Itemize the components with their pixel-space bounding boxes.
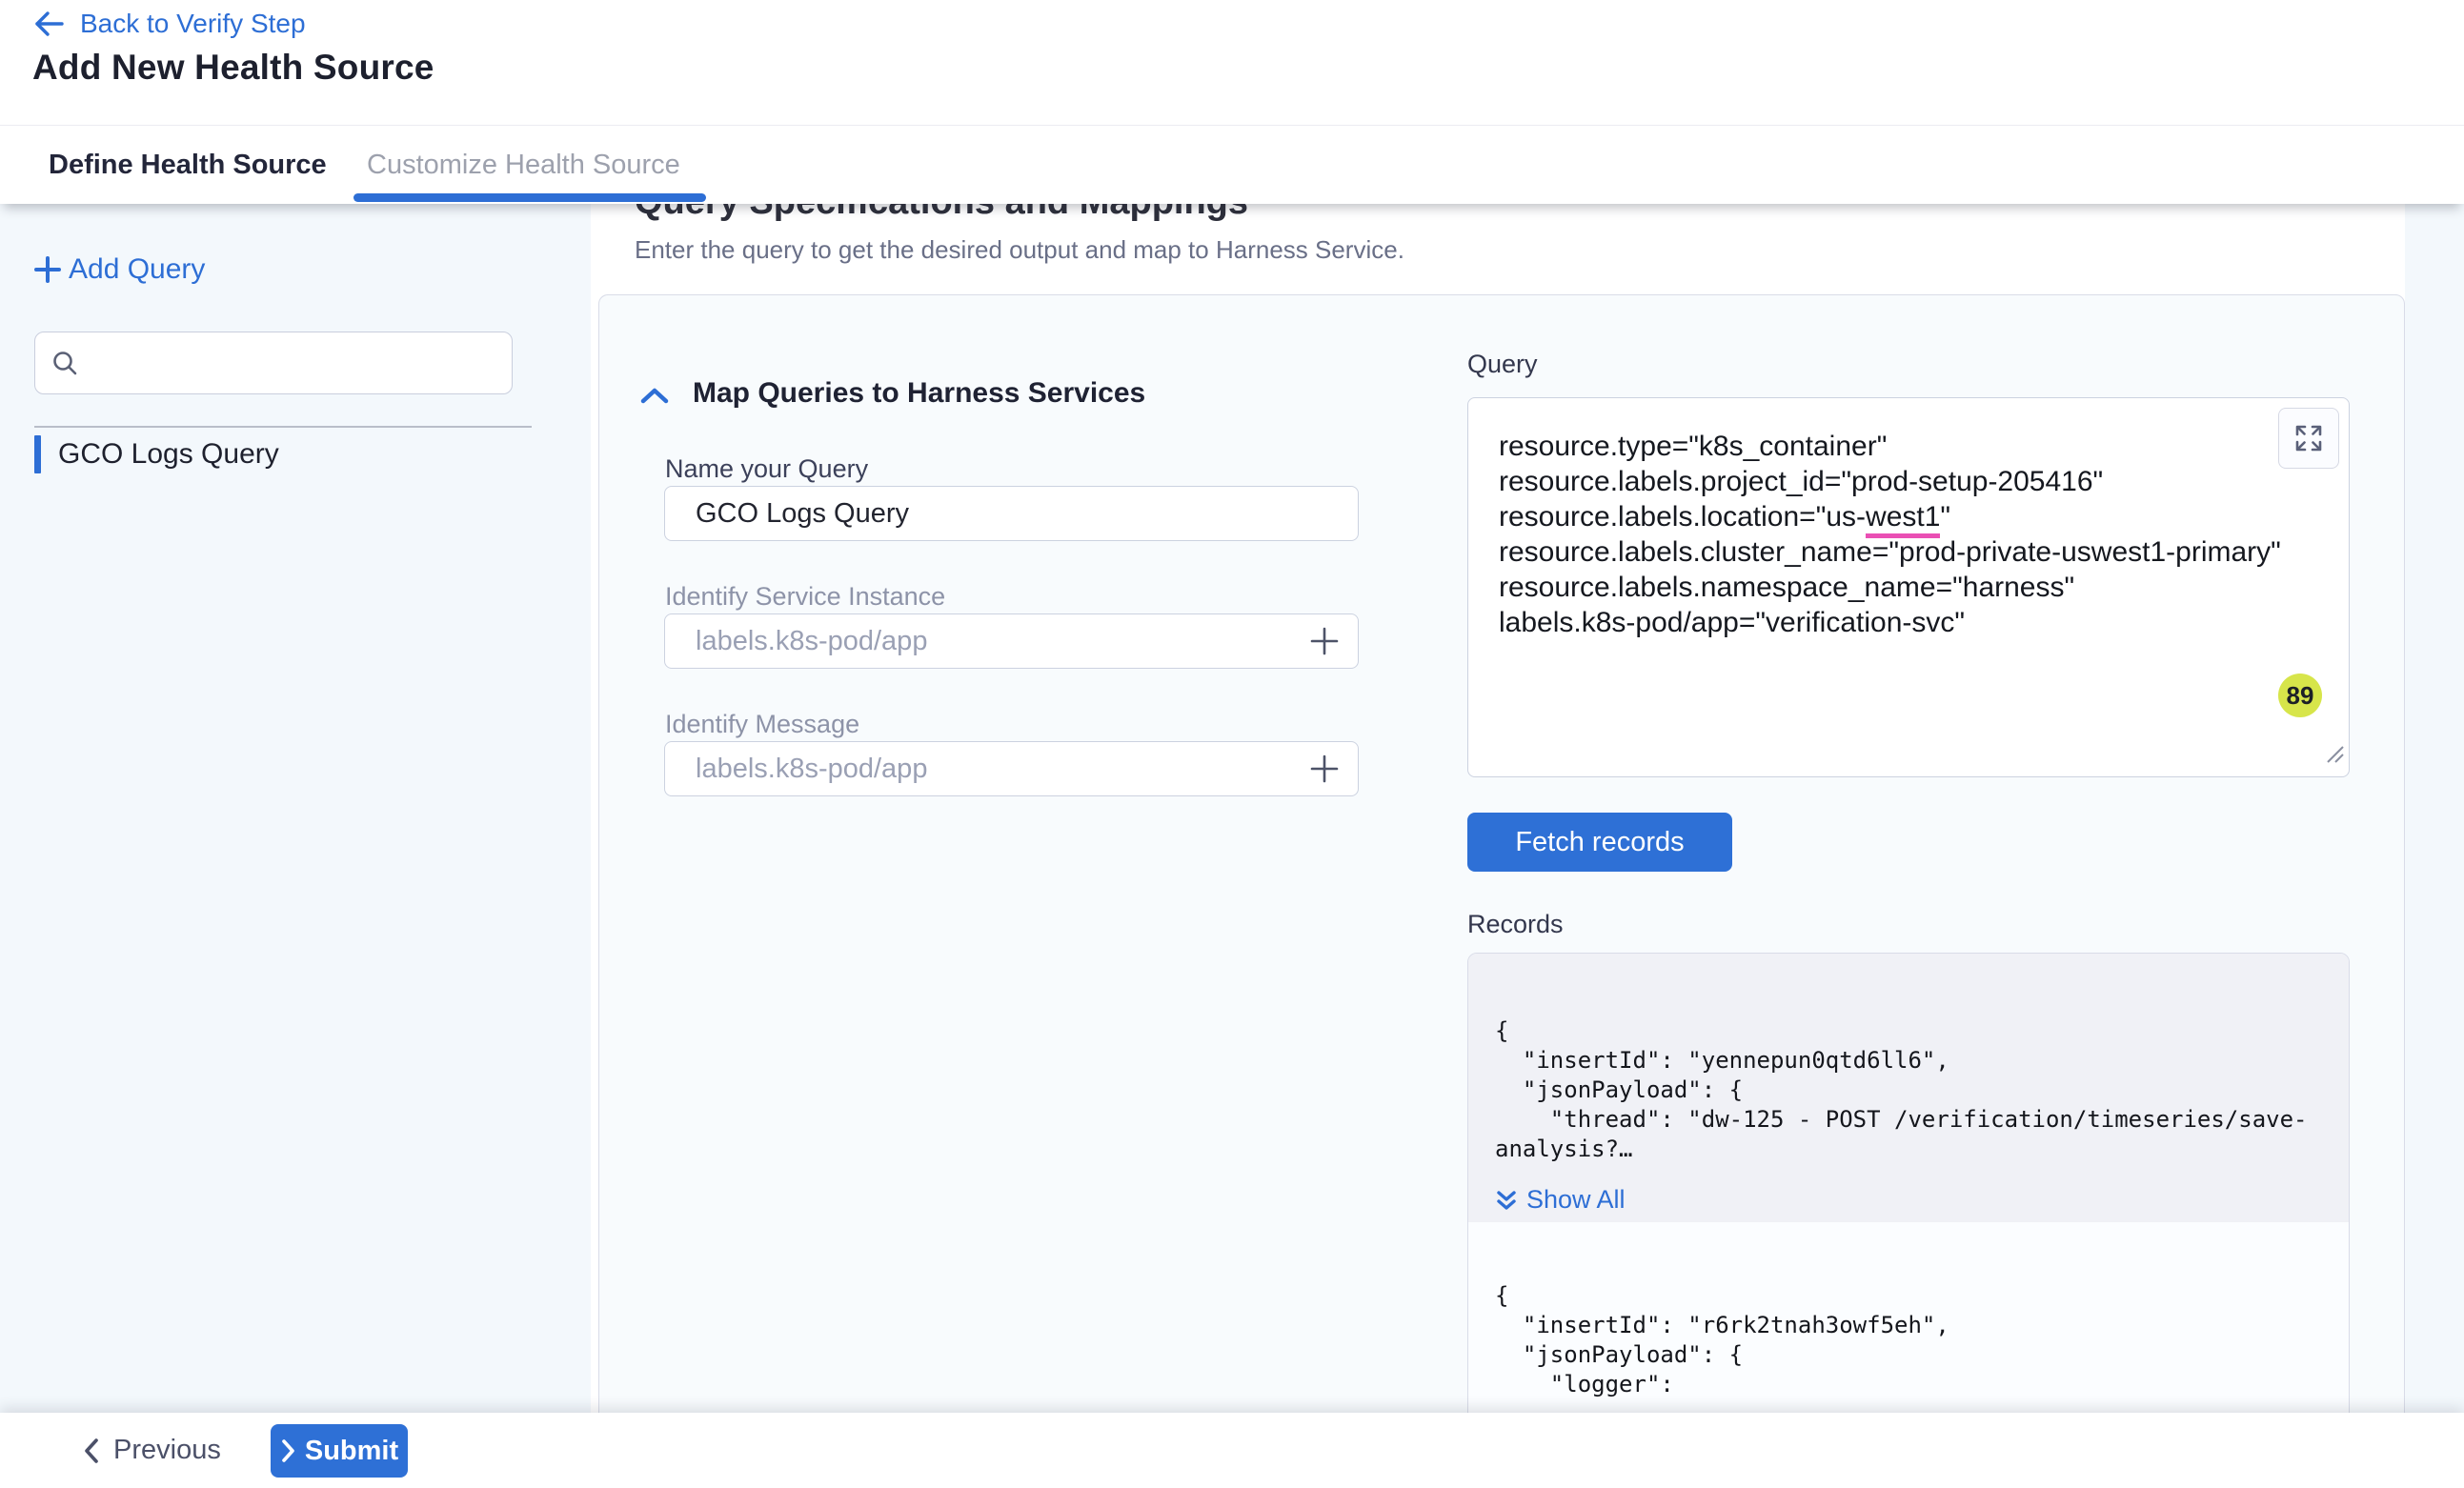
record-line: "thread": "dw-125 - POST /verification/t… bbox=[1495, 1105, 2349, 1135]
page-header: Back to Verify Step Add New Health Sourc… bbox=[0, 0, 2464, 125]
search-icon bbox=[50, 349, 79, 377]
name-query-label: Name your Query bbox=[665, 454, 868, 484]
query-editor[interactable]: resource.type="k8s_container" resource.l… bbox=[1467, 397, 2350, 777]
record-line: "insertId": "r6rk2tnah3owf5eh", bbox=[1495, 1311, 2349, 1340]
add-service-instance-path-button[interactable] bbox=[1307, 624, 1342, 658]
record-line: "insertId": "yennepun0qtd6ll6", bbox=[1495, 1046, 2349, 1076]
identify-message-field bbox=[664, 741, 1359, 796]
tab-define-health-source[interactable]: Define Health Source bbox=[49, 126, 327, 204]
name-query-input[interactable] bbox=[664, 486, 1359, 541]
chevron-up-icon[interactable] bbox=[638, 385, 671, 412]
record-line: { bbox=[1495, 1016, 2349, 1046]
submit-button[interactable]: Submit bbox=[271, 1424, 408, 1478]
previous-label: Previous bbox=[113, 1435, 221, 1466]
search-input[interactable] bbox=[79, 348, 512, 378]
arrow-left-icon bbox=[32, 10, 65, 38]
plus-icon bbox=[31, 253, 64, 286]
expand-icon bbox=[2294, 424, 2323, 452]
show-all-label: Show All bbox=[1526, 1185, 1626, 1215]
back-link-label: Back to Verify Step bbox=[80, 9, 306, 39]
record-item: { "insertId": "yennepun0qtd6ll6", "jsonP… bbox=[1468, 954, 2349, 1222]
query-line: resource.type="k8s_container" bbox=[1499, 429, 2330, 464]
query-line: resource.labels.namespace_name="harness" bbox=[1499, 570, 2330, 605]
add-query-label: Add Query bbox=[69, 253, 205, 286]
query-label: Query bbox=[1467, 350, 1538, 379]
resize-handle[interactable] bbox=[2320, 737, 2345, 773]
query-specs-subheading: Enter the query to get the desired outpu… bbox=[635, 235, 1404, 265]
identify-message-label: Identify Message bbox=[665, 710, 859, 739]
identify-message-input[interactable] bbox=[664, 741, 1359, 796]
query-line: resource.labels.cluster_name="prod-priva… bbox=[1499, 534, 2330, 570]
fetch-records-button[interactable]: Fetch records bbox=[1467, 813, 1732, 872]
tab-customize-health-source[interactable]: Customize Health Source bbox=[367, 126, 680, 204]
record-line: { bbox=[1495, 1281, 2349, 1311]
back-to-verify-link[interactable]: Back to Verify Step bbox=[32, 6, 306, 42]
query-line: resource.labels.project_id="prod-setup-2… bbox=[1499, 464, 2330, 499]
record-line: "logger": bbox=[1495, 1370, 2349, 1399]
tab-bar: Define Health Source Customize Health So… bbox=[0, 125, 2464, 204]
expand-query-button[interactable] bbox=[2278, 408, 2339, 469]
previous-button[interactable]: Previous bbox=[82, 1413, 221, 1488]
record-item: { "insertId": "r6rk2tnah3owf5eh", "jsonP… bbox=[1468, 1222, 2349, 1443]
query-line: resource.labels.location="us-west1" bbox=[1499, 499, 2330, 534]
submit-label: Submit bbox=[305, 1436, 398, 1467]
records-label: Records bbox=[1467, 910, 1564, 939]
record-line: "jsonPayload": { bbox=[1495, 1076, 2349, 1105]
char-count-badge: 89 bbox=[2278, 674, 2322, 717]
identify-service-instance-input[interactable] bbox=[664, 613, 1359, 669]
query-line: labels.k8s-pod/app="verification-svc" bbox=[1499, 605, 2330, 640]
identify-service-instance-label: Identify Service Instance bbox=[665, 582, 945, 612]
add-query-button[interactable]: Add Query bbox=[31, 253, 205, 286]
name-query-field bbox=[664, 486, 1359, 541]
query-item-label: GCO Logs Query bbox=[58, 438, 279, 471]
chevron-right-icon bbox=[280, 1438, 296, 1463]
add-message-path-button[interactable] bbox=[1307, 752, 1342, 786]
record-line: "jsonPayload": { bbox=[1495, 1340, 2349, 1370]
sidebar-divider bbox=[34, 426, 532, 428]
chevron-double-down-icon bbox=[1495, 1188, 1518, 1213]
page-title: Add New Health Source bbox=[32, 48, 434, 88]
active-tab-indicator bbox=[353, 193, 706, 202]
query-search-box bbox=[34, 332, 513, 394]
query-list-item-gco-logs[interactable]: GCO Logs Query bbox=[34, 433, 530, 475]
spellcheck-underline: west1 bbox=[1866, 501, 1940, 538]
map-queries-title: Map Queries to Harness Services bbox=[693, 377, 1145, 410]
selected-indicator-bar bbox=[34, 435, 41, 473]
identify-service-instance-field bbox=[664, 613, 1359, 669]
show-all-button[interactable]: Show All bbox=[1495, 1185, 2349, 1215]
records-panel: { "insertId": "yennepun0qtd6ll6", "jsonP… bbox=[1467, 953, 2350, 1488]
add-health-source-page: Query Specifications and Mappings Enter … bbox=[0, 0, 2464, 1488]
chevron-left-icon bbox=[82, 1437, 101, 1465]
footer-bar: Previous Submit bbox=[0, 1413, 2464, 1488]
record-line: analysis?… bbox=[1495, 1135, 2349, 1164]
